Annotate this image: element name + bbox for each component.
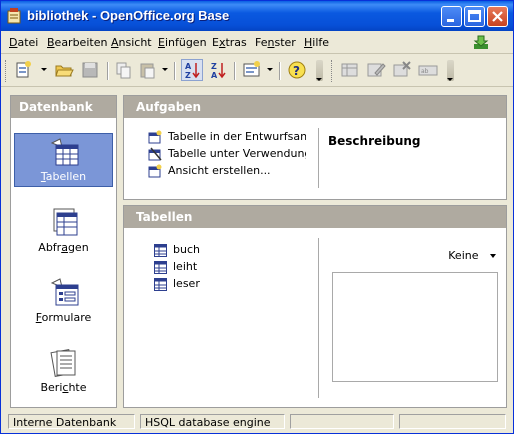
sidebar-item-abfragen[interactable]: Abfragen: [11, 203, 116, 263]
main-window: bibliothek - OpenOffice.org Base Datei B…: [0, 0, 514, 434]
svg-text:Z: Z: [185, 71, 191, 80]
menu-bearbeiten[interactable]: Bearbeiten: [47, 36, 107, 49]
maximize-icon: [468, 10, 481, 22]
form-dropdown[interactable]: [267, 68, 273, 71]
task-create-table-design[interactable]: Tabelle in der Entwurfsansicht erstellen…: [148, 130, 306, 146]
sidebar-item-berichte[interactable]: Berichte: [11, 343, 116, 403]
toolbar-grip-2[interactable]: [331, 60, 335, 82]
queries-icon: [53, 208, 78, 236]
help-button[interactable]: ?: [286, 59, 308, 81]
svg-text:A: A: [185, 62, 192, 71]
tasks-panel: Aufgaben Tabelle in der Entwurfsansicht …: [123, 95, 507, 200]
form-button[interactable]: [241, 59, 263, 81]
table-icon: [154, 260, 167, 274]
svg-text:?: ?: [293, 64, 300, 78]
new-document-dropdown[interactable]: [41, 68, 47, 71]
delete-button[interactable]: [391, 59, 413, 81]
sort-descending-icon: ZA: [211, 62, 226, 80]
sidebar-item-label: Tabellen: [40, 170, 87, 183]
close-icon: [492, 11, 503, 22]
sidebar-item-label: Formulare: [35, 311, 92, 324]
preview-dropdown[interactable]: Keine: [448, 249, 496, 262]
sort-descending-button[interactable]: ZA: [207, 59, 229, 81]
menu-fenster[interactable]: Fenster: [255, 36, 296, 49]
menu-extras[interactable]: Extras: [212, 36, 247, 49]
sidebar-header: Datenbank: [11, 96, 116, 118]
new-document-button[interactable]: [13, 59, 35, 81]
svg-text:Z: Z: [211, 62, 217, 71]
help-icon: ?: [288, 61, 306, 79]
paste-icon: [140, 63, 155, 79]
svg-text:A: A: [211, 71, 218, 80]
update-download-icon[interactable]: [473, 34, 489, 50]
tables-panel: Tabellen buch leiht leser Keine: [123, 205, 507, 408]
table-icon: [154, 277, 167, 291]
tasks-header: Aufgaben: [124, 96, 506, 118]
tables-icon: [50, 138, 79, 166]
content-area: Datenbank Tabellen Abfragen Formulare Be…: [8, 92, 507, 408]
menu-hilfe[interactable]: Hilfe: [304, 36, 329, 49]
app-icon: [7, 8, 21, 24]
reports-icon: [50, 349, 76, 377]
view-create-icon: [148, 164, 162, 178]
delete-icon: [393, 61, 411, 77]
save-icon: [82, 62, 98, 78]
sidebar-item-label: Berichte: [40, 381, 87, 394]
paste-dropdown[interactable]: [162, 68, 168, 71]
description-title: Beschreibung: [328, 134, 421, 148]
table-item-leser[interactable]: leser: [154, 277, 200, 291]
database-sidebar: Datenbank Tabellen Abfragen Formulare Be…: [10, 95, 117, 408]
rename-button[interactable]: ab: [417, 59, 439, 81]
title-bar[interactable]: bibliothek - OpenOffice.org Base: [1, 1, 513, 31]
sort-ascending-icon: AZ: [185, 62, 200, 80]
table-design-icon: [148, 130, 162, 144]
copy-button[interactable]: [113, 59, 135, 81]
edit-icon: [367, 63, 386, 77]
open-button[interactable]: [53, 59, 75, 81]
table-design-icon: [341, 63, 358, 77]
menu-einfuegen[interactable]: Einfügen: [158, 36, 207, 49]
save-button[interactable]: [79, 59, 101, 81]
tables-divider: [318, 238, 319, 398]
tables-header: Tabellen: [124, 206, 506, 228]
status-field-4: [399, 414, 506, 429]
paste-button[interactable]: [137, 59, 159, 81]
minimize-button[interactable]: [441, 6, 462, 27]
rename-icon: ab: [418, 65, 438, 76]
maximize-button[interactable]: [464, 6, 485, 27]
new-document-icon: [16, 61, 31, 78]
sidebar-item-tabellen[interactable]: Tabellen: [11, 133, 116, 193]
table-icon: [154, 243, 167, 257]
toolbar-grip[interactable]: [5, 60, 9, 82]
window-title: bibliothek - OpenOffice.org Base: [27, 8, 230, 23]
sidebar-item-label: Abfragen: [38, 241, 89, 254]
menu-bar: Datei Bearbeiten Ansicht Einfügen Extras…: [1, 31, 513, 54]
open-object-button[interactable]: [339, 59, 361, 81]
status-field-3: [290, 414, 394, 429]
task-create-table-wizard[interactable]: Tabelle unter Verwendung des Assistenten…: [148, 147, 306, 163]
chevron-down-icon: [490, 254, 496, 258]
table-item-leiht[interactable]: leiht: [154, 260, 197, 274]
close-button[interactable]: [487, 6, 508, 27]
forms-icon: [50, 278, 79, 306]
table-item-buch[interactable]: buch: [154, 243, 200, 257]
status-database-type: Interne Datenbank: [8, 414, 135, 429]
table-wizard-icon: [148, 147, 162, 161]
sort-ascending-button[interactable]: AZ: [181, 59, 203, 81]
tasks-divider: [318, 128, 319, 188]
edit-button[interactable]: [365, 59, 387, 81]
menu-datei[interactable]: Datei: [9, 36, 38, 49]
minimize-icon: [447, 19, 454, 22]
status-bar: Interne Datenbank HSQL database engine: [1, 411, 513, 433]
task-create-view[interactable]: Ansicht erstellen...: [148, 164, 306, 180]
menu-ansicht[interactable]: Ansicht: [111, 36, 152, 49]
copy-icon: [116, 62, 131, 79]
sidebar-item-formulare[interactable]: Formulare: [11, 273, 116, 333]
standard-toolbar: AZ ZA ? ab: [1, 54, 513, 87]
svg-text:ab: ab: [421, 68, 429, 75]
status-engine: HSQL database engine: [140, 414, 285, 429]
open-folder-icon: [55, 65, 74, 77]
form-icon: [243, 61, 260, 77]
preview-area: [332, 272, 498, 382]
